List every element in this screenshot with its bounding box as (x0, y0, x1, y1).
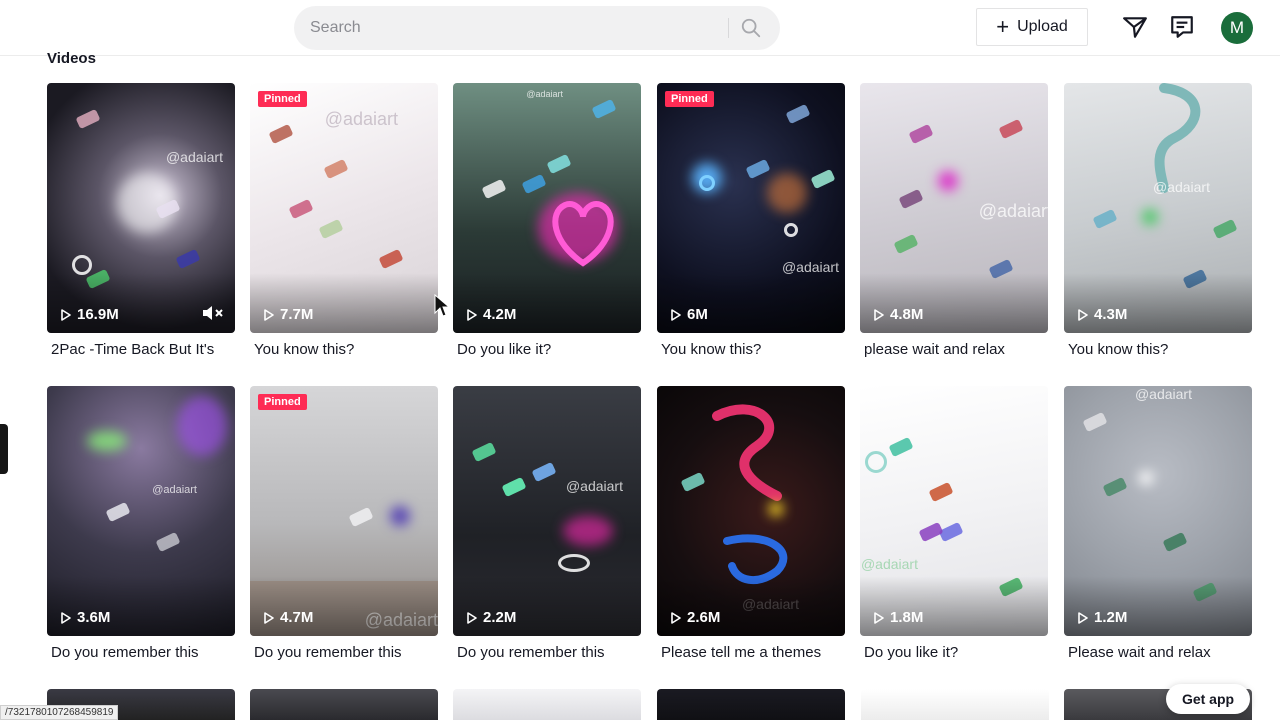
view-count: 16.9M (61, 306, 119, 323)
video-thumbnail[interactable]: @adaiart 4.3M (1064, 83, 1252, 333)
pinned-badge: Pinned (258, 394, 307, 410)
watermark: @adaiart (165, 149, 223, 165)
video-caption[interactable]: You know this? (1068, 341, 1252, 358)
video-caption[interactable]: Do you remember this (51, 644, 235, 661)
video-caption[interactable]: Please wait and relax (1068, 644, 1252, 661)
view-count: 6M (671, 306, 708, 323)
mute-icon[interactable] (201, 303, 225, 323)
view-count: 7.7M (264, 306, 313, 323)
search-input[interactable] (310, 6, 720, 50)
video-thumbnail[interactable]: @adaiart 4.8M (860, 83, 1048, 333)
view-count: 4.8M (874, 306, 923, 323)
video-thumbnail[interactable]: @adaiart Pinned 4.7M (250, 386, 438, 636)
top-bar: + Upload M (0, 0, 1280, 56)
view-count: 1.8M (874, 609, 923, 626)
play-icon (61, 308, 71, 321)
play-icon (467, 611, 477, 624)
video-caption[interactable]: Do you like it? (864, 644, 1048, 661)
watermark: @adaiart (526, 89, 563, 99)
watermark: @adaiart (565, 478, 623, 494)
avatar[interactable]: M (1221, 12, 1253, 44)
video-caption[interactable]: 2Pac -Time Back But It's (51, 341, 235, 358)
watermark: @adaiart (1152, 179, 1210, 195)
video-caption[interactable]: Do you like it? (457, 341, 641, 358)
view-count: 1.2M (1078, 609, 1127, 626)
watermark: @adaiart (1134, 386, 1192, 402)
video-caption[interactable]: please wait and relax (864, 341, 1048, 358)
video-thumbnail[interactable] (861, 689, 1049, 720)
upload-button[interactable]: + Upload (976, 8, 1088, 46)
play-icon (264, 611, 274, 624)
play-icon (1078, 611, 1088, 624)
status-url: /7321780107268459819 (0, 705, 119, 720)
video-caption[interactable]: You know this? (661, 341, 845, 358)
video-thumbnail[interactable] (250, 689, 438, 720)
edge-handle[interactable] (0, 424, 8, 474)
video-caption[interactable]: Do you remember this (254, 644, 438, 661)
watermark: @adaiart (978, 201, 1048, 221)
watermark: @adaiart (324, 109, 398, 129)
upload-label: Upload (1017, 18, 1068, 35)
watermark: @adaiart (860, 556, 918, 572)
paper-plane-icon[interactable] (1122, 14, 1148, 40)
search-divider (728, 18, 729, 38)
video-thumbnail[interactable]: @adaiart 2.6M (657, 386, 845, 636)
video-thumbnail[interactable]: @adaiart Pinned 6M (657, 83, 845, 333)
video-caption[interactable]: You know this? (254, 341, 438, 358)
video-caption[interactable]: Please tell me a themes (661, 644, 845, 661)
video-thumbnail[interactable]: @adaiart Pinned 7.7M (250, 83, 438, 333)
play-icon (671, 308, 681, 321)
video-caption[interactable]: Do you remember this (457, 644, 641, 661)
play-icon (671, 611, 681, 624)
view-count: 2.6M (671, 609, 720, 626)
view-count: 3.6M (61, 609, 110, 626)
video-thumbnail[interactable]: @adaiart 1.2M (1064, 386, 1252, 636)
video-thumbnail[interactable]: @adaiart 4.2M (453, 83, 641, 333)
view-count: 2.2M (467, 609, 516, 626)
search-icon[interactable] (740, 17, 762, 39)
plus-icon: + (996, 14, 1010, 39)
play-icon (1078, 308, 1088, 321)
watermark: @adaiart (152, 484, 197, 496)
view-count: 4.2M (467, 306, 516, 323)
view-count: 4.7M (264, 609, 313, 626)
play-icon (874, 308, 884, 321)
play-icon (61, 611, 71, 624)
video-thumbnail[interactable]: @adaiart 16.9M (47, 83, 235, 333)
play-icon (874, 611, 884, 624)
get-app-button[interactable]: Get app (1166, 684, 1250, 714)
video-thumbnail[interactable] (657, 689, 845, 720)
play-icon (467, 308, 477, 321)
view-count: 4.3M (1078, 306, 1127, 323)
video-thumbnail[interactable] (453, 689, 641, 720)
pinned-badge: Pinned (665, 91, 714, 107)
section-title: Videos (47, 50, 96, 66)
mouse-cursor-icon (434, 293, 451, 317)
search-bar[interactable] (294, 6, 780, 50)
inbox-icon[interactable] (1169, 14, 1195, 40)
video-thumbnail[interactable]: @adaiart 2.2M (453, 386, 641, 636)
play-icon (264, 308, 274, 321)
video-thumbnail[interactable]: @adaiart 1.8M (860, 386, 1048, 636)
video-thumbnail[interactable]: @adaiart 3.6M (47, 386, 235, 636)
pinned-badge: Pinned (258, 91, 307, 107)
